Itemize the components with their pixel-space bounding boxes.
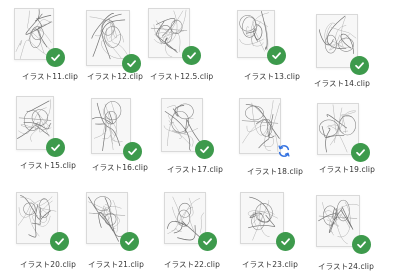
check-icon [182,46,201,65]
file-thumbnail[interactable] [239,98,281,154]
file-name-label: イラスト24.clip [318,262,374,271]
file-name-label: イラスト13.clip [244,72,300,81]
file-name-label: イラスト15.clip [20,161,76,170]
file-name-label: イラスト16.clip [92,163,148,172]
check-icon [46,48,65,67]
sketch-preview [89,13,129,60]
check-icon [120,232,139,251]
check-icon [195,140,214,159]
check-icon [350,56,369,75]
file-name-label: イラスト20.clip [20,260,76,269]
check-icon [123,142,142,161]
check-icon [198,232,217,251]
file-name-label: イラスト23.clip [242,260,298,269]
check-icon [122,54,141,73]
check-icon [352,235,371,254]
file-name-label: イラスト22.clip [164,260,220,269]
check-icon [267,46,286,65]
file-name-label: イラスト12.clip [87,72,143,81]
file-name-label: イラスト18.clip [247,167,303,176]
file-name-label: イラスト11.clip [22,72,78,81]
sketch-preview [241,100,280,152]
file-name-label: イラスト12.5.clip [150,72,214,81]
file-name-label: イラスト21.clip [88,260,144,269]
file-name-label: イラスト14.clip [314,79,370,88]
sync-icon [278,145,290,157]
check-icon [50,232,69,251]
check-icon [46,138,65,157]
file-name-label: イラスト19.clip [319,165,375,174]
check-icon [276,232,295,251]
check-icon [351,143,370,162]
file-name-label: イラスト17.clip [167,165,223,174]
